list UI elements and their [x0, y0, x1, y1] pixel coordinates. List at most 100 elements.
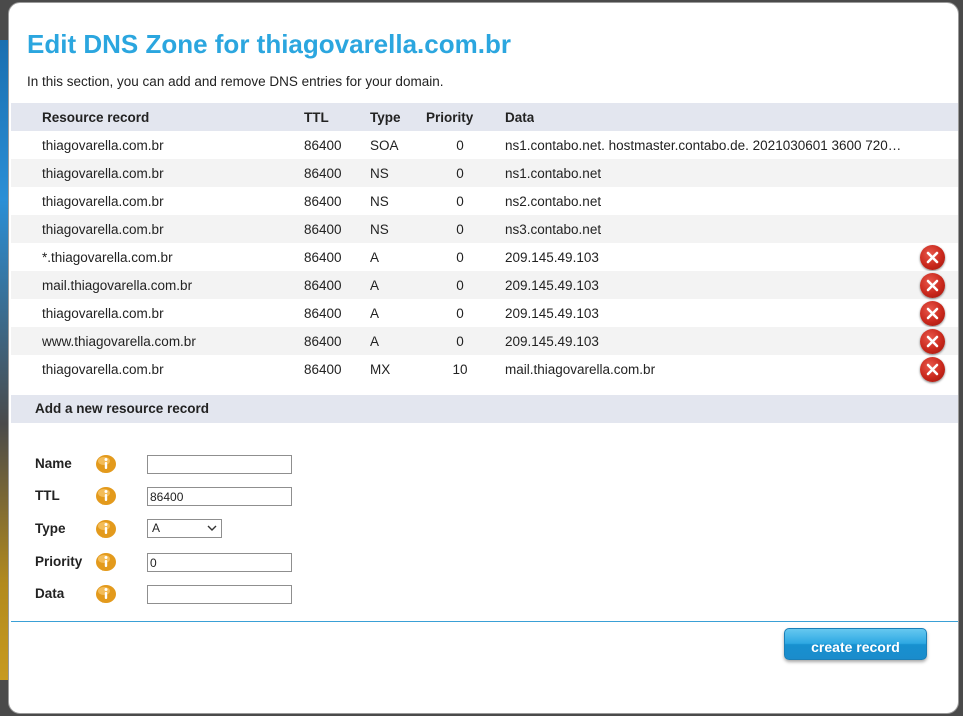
record-type-cell: A: [370, 334, 380, 349]
record-data-cell: ns1.contabo.net: [505, 166, 602, 181]
table-row: thiagovarella.com.br 86400 MX 10 mail.thiago…: [11, 355, 958, 383]
header-ttl: TTL: [304, 110, 329, 125]
type-label: Type: [35, 521, 66, 536]
record-data-cell: mail.thiagovarella.com.br: [505, 362, 656, 377]
record-data-cell: 209.145.49.103: [505, 278, 599, 293]
table-header-row: Resource record TTL Type Priority Data: [11, 103, 958, 131]
table-row: *.thiagovarella.com.br 86400 A 0 209.145.49.…: [11, 243, 958, 271]
delete-x-icon: [926, 251, 939, 264]
record-name-cell: thiagovarella.com.br: [42, 362, 164, 377]
page-title: Edit DNS Zone for thiagovarella.com.br: [27, 29, 511, 59]
table-row: mail.thiagovarella.com.br 86400 A 0 209.145.…: [11, 271, 958, 299]
table-row: thiagovarella.com.br 86400 NS 0 ns1.contabo.…: [11, 159, 958, 187]
info-icon[interactable]: [95, 453, 117, 475]
info-icon[interactable]: [95, 518, 117, 540]
record-ttl-cell: 86400: [304, 306, 342, 321]
record-ttl-cell: 86400: [304, 138, 342, 153]
record-type-cell: MX: [370, 362, 391, 377]
record-data-cell: 209.145.49.103: [505, 334, 599, 349]
record-ttl-cell: 86400: [304, 362, 342, 377]
delete-x-icon: [926, 363, 939, 376]
form-row-name: Name: [11, 453, 611, 477]
table-row: thiagovarella.com.br 86400 SOA 0 ns1.contabo…: [11, 131, 958, 159]
chevron-down-icon: [207, 525, 217, 531]
record-ttl-cell: 86400: [304, 166, 342, 181]
delete-record-button[interactable]: [920, 357, 945, 382]
delete-x-icon: [926, 307, 939, 320]
record-priority-cell: 0: [456, 250, 464, 265]
delete-record-button[interactable]: [920, 273, 945, 298]
type-select[interactable]: A: [147, 519, 222, 538]
delete-record-button[interactable]: [920, 329, 945, 354]
form-row-priority: Priority: [11, 551, 611, 575]
form-row-type: Type A: [11, 518, 611, 542]
record-priority-cell: 0: [456, 138, 464, 153]
edit-dns-zone-dialog: Edit DNS Zone for thiagovarella.com.br I…: [8, 2, 959, 714]
table-body: thiagovarella.com.br 86400 SOA 0 ns1.contabo…: [11, 131, 958, 383]
type-select-value: A: [152, 521, 161, 535]
record-name-cell: thiagovarella.com.br: [42, 138, 164, 153]
record-data-cell: 209.145.49.103: [505, 306, 599, 321]
priority-label: Priority: [35, 554, 83, 569]
record-name-cell: thiagovarella.com.br: [42, 166, 164, 181]
add-record-section-title: Add a new resource record: [35, 401, 210, 416]
record-name-cell: thiagovarella.com.br: [42, 194, 164, 209]
delete-x-icon: [926, 335, 939, 348]
record-priority-cell: 0: [456, 334, 464, 349]
record-name-cell: thiagovarella.com.br: [42, 306, 164, 321]
name-label: Name: [35, 456, 72, 471]
name-input[interactable]: [147, 455, 292, 474]
table-row: thiagovarella.com.br 86400 NS 0 ns3.contabo.…: [11, 215, 958, 243]
header-data: Data: [505, 110, 535, 125]
delete-x-icon: [926, 279, 939, 292]
record-name-cell: mail.thiagovarella.com.br: [42, 278, 193, 293]
header-priority: Priority: [426, 110, 474, 125]
header-type: Type: [370, 110, 401, 125]
data-label: Data: [35, 586, 65, 601]
record-type-cell: NS: [370, 222, 389, 237]
record-ttl-cell: 86400: [304, 222, 342, 237]
priority-input[interactable]: [147, 553, 292, 572]
record-data-cell: ns3.contabo.net: [505, 222, 602, 237]
intro-text: In this section, you can add and remove …: [27, 74, 444, 89]
record-name-cell: thiagovarella.com.br: [42, 222, 164, 237]
header-resource-record: Resource record: [42, 110, 150, 125]
record-ttl-cell: 86400: [304, 278, 342, 293]
delete-record-button[interactable]: [920, 245, 945, 270]
record-name-cell: *.thiagovarella.com.br: [42, 250, 173, 265]
record-priority-cell: 0: [456, 222, 464, 237]
ttl-input[interactable]: [147, 487, 292, 506]
add-record-section-header: Add a new resource record: [11, 395, 958, 423]
create-record-button[interactable]: create record: [784, 628, 927, 660]
record-type-cell: A: [370, 278, 380, 293]
table-row: www.thiagovarella.com.br 86400 A 0 209.145.4…: [11, 327, 958, 355]
record-type-cell: NS: [370, 194, 389, 209]
record-priority-cell: 10: [452, 362, 468, 377]
data-input[interactable]: [147, 585, 292, 604]
dns-records-table: Resource record TTL Type Priority Data t…: [11, 103, 958, 383]
record-name-cell: www.thiagovarella.com.br: [42, 334, 196, 349]
delete-record-button[interactable]: [920, 301, 945, 326]
record-type-cell: A: [370, 250, 380, 265]
table-row: thiagovarella.com.br 86400 NS 0 ns2.contabo.…: [11, 187, 958, 215]
record-data-cell: ns2.contabo.net: [505, 194, 602, 209]
record-data-cell: ns1.contabo.net. hostmaster.contabo.de. …: [505, 138, 902, 153]
record-priority-cell: 0: [456, 306, 464, 321]
info-icon[interactable]: [95, 583, 117, 605]
record-ttl-cell: 86400: [304, 250, 342, 265]
divider: [11, 621, 958, 622]
record-priority-cell: 0: [456, 194, 464, 209]
record-data-cell: 209.145.49.103: [505, 250, 599, 265]
form-row-data: Data: [11, 583, 611, 607]
record-type-cell: SOA: [370, 138, 399, 153]
record-ttl-cell: 86400: [304, 334, 342, 349]
record-priority-cell: 0: [456, 166, 464, 181]
record-type-cell: A: [370, 306, 380, 321]
record-type-cell: NS: [370, 166, 389, 181]
record-priority-cell: 0: [456, 278, 464, 293]
ttl-label: TTL: [35, 488, 60, 503]
info-icon[interactable]: [95, 485, 117, 507]
info-icon[interactable]: [95, 551, 117, 573]
table-row: thiagovarella.com.br 86400 A 0 209.145.49.10…: [11, 299, 958, 327]
record-ttl-cell: 86400: [304, 194, 342, 209]
